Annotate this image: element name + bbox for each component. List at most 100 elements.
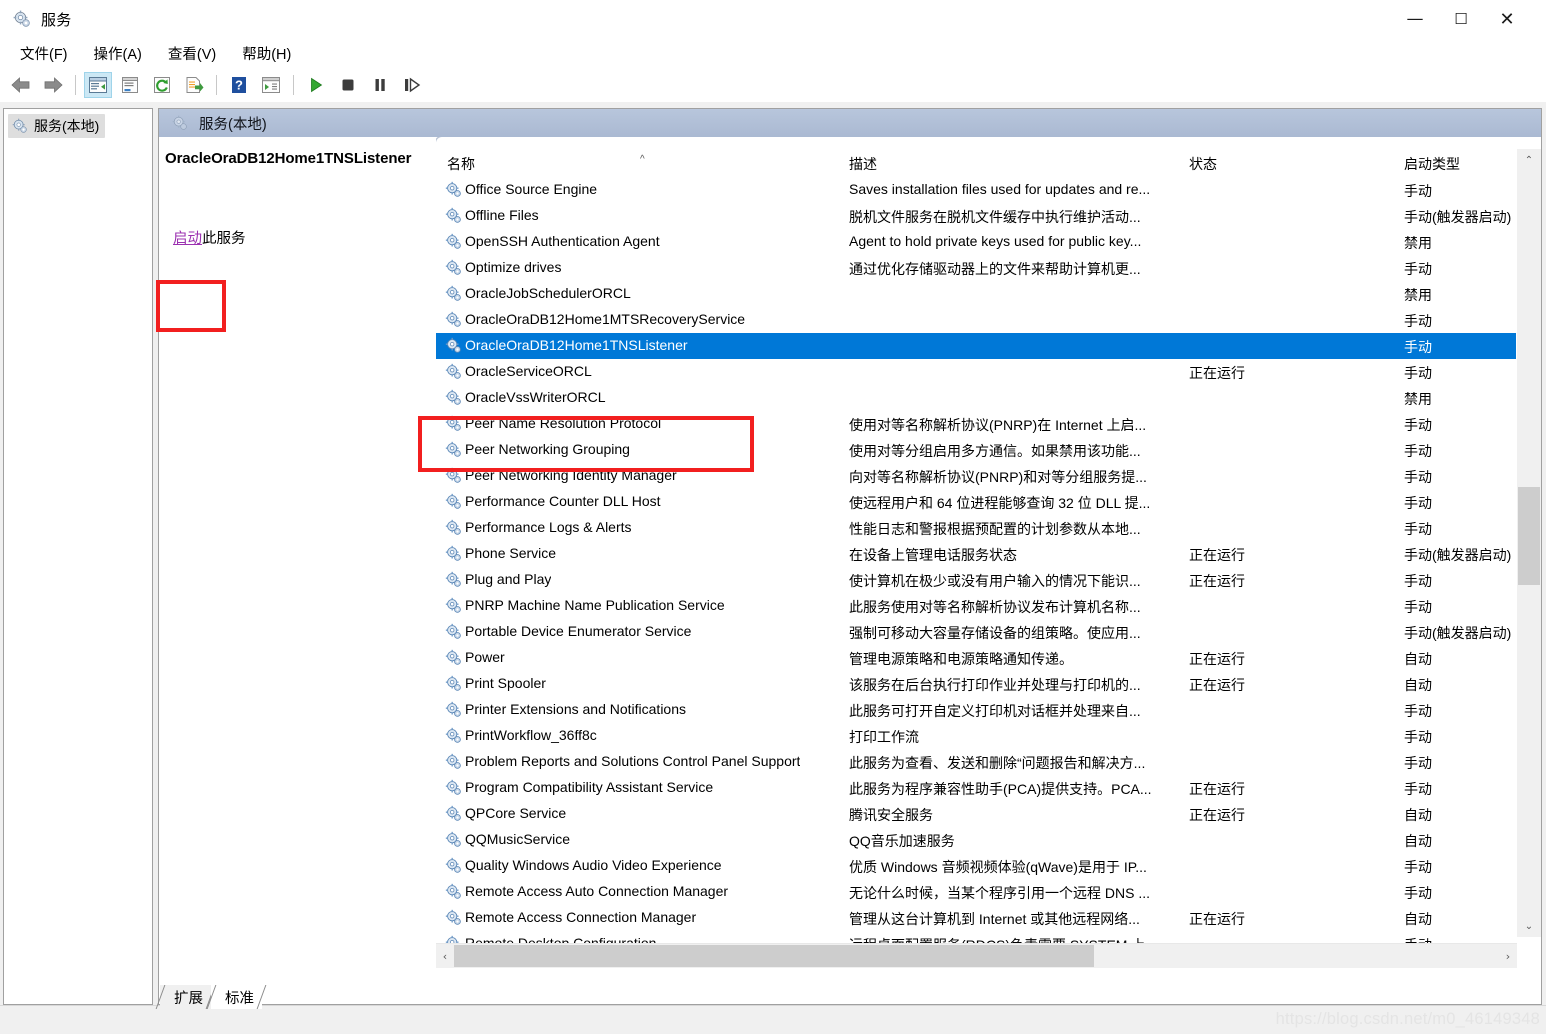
service-startup-type-cell: 手动: [1404, 495, 1432, 511]
service-gear-icon: [444, 856, 462, 874]
service-description-cell: 优质 Windows 音频视频体验(qWave)是用于 IP...: [849, 859, 1147, 875]
service-status-cell: 正在运行: [1189, 911, 1245, 927]
table-row[interactable]: Peer Name Resolution Protocol 使用对等名称解析协议(…: [436, 411, 1517, 437]
stop-service-icon[interactable]: [334, 72, 362, 98]
service-description-cell: 打印工作流: [849, 729, 919, 745]
back-icon[interactable]: [7, 72, 35, 98]
column-header-status[interactable]: 状态: [1189, 154, 1217, 174]
table-row[interactable]: Phone Service 在设备上管理电话服务状态 正在运行 手动(触发器启动): [436, 541, 1517, 567]
service-status-cell: 正在运行: [1189, 365, 1245, 381]
table-row[interactable]: Performance Logs & Alerts 性能日志和警报根据预配置的计划…: [436, 515, 1517, 541]
table-row[interactable]: Plug and Play 使计算机在极少或没有用户输入的情况下能识... 正在运行…: [436, 567, 1517, 593]
table-row[interactable]: PrintWorkflow_36ff8c 打印工作流 手动: [436, 723, 1517, 749]
service-gear-icon: [444, 674, 462, 692]
table-row[interactable]: OpenSSH Authentication Agent Agent to hol…: [436, 229, 1517, 255]
table-row[interactable]: Office Source Engine Saves installation f…: [436, 177, 1517, 203]
service-name-cell: OracleOraDB12Home1MTSRecoveryService: [465, 311, 746, 327]
menu-action[interactable]: 操作(A): [83, 40, 153, 67]
maximize-button[interactable]: ☐: [1438, 0, 1484, 38]
show-hide-tree-icon[interactable]: [84, 72, 112, 98]
table-row[interactable]: Power 管理电源策略和电源策略通知传递。 正在运行 自动: [436, 645, 1517, 671]
tab-standard[interactable]: 标准: [206, 985, 267, 1009]
tree-node-services-local[interactable]: 服务(本地): [8, 114, 106, 138]
service-name-cell: OracleOraDB12Home1TNSListener: [465, 337, 688, 353]
service-gear-icon: [444, 258, 462, 276]
table-row[interactable]: Remote Access Connection Manager 管理从这台计算机…: [436, 905, 1517, 931]
start-service-icon[interactable]: [302, 72, 330, 98]
toolbar: ?: [0, 68, 1546, 103]
export-list-icon[interactable]: [180, 72, 208, 98]
column-header-startup-type[interactable]: 启动类型: [1404, 154, 1460, 174]
list-tab-top: [436, 137, 1541, 149]
table-row[interactable]: OracleJobSchedulerORCL 禁用: [436, 281, 1517, 307]
column-header-name[interactable]: 名称: [447, 154, 475, 174]
table-row[interactable]: OracleOraDB12Home1MTSRecoveryService 手动: [436, 307, 1517, 333]
table-row[interactable]: QQMusicService QQ音乐加速服务 自动: [436, 827, 1517, 853]
vertical-scroll-thumb[interactable]: [1518, 487, 1540, 585]
start-service-link[interactable]: 启动: [173, 231, 202, 247]
service-name-cell: Quality Windows Audio Video Experience: [465, 857, 722, 873]
service-description-cell: 脱机文件服务在脱机文件缓存中执行维护活动...: [849, 209, 1141, 225]
horizontal-scrollbar[interactable]: ‹ ›: [436, 943, 1517, 968]
show-action-pane-icon[interactable]: [257, 72, 285, 98]
service-gear-icon: [444, 908, 462, 926]
service-startup-type-cell: 自动: [1404, 677, 1432, 693]
service-description-cell: 该服务在后台执行打印作业并处理与打印机的...: [849, 677, 1141, 693]
service-description-cell: 使用对等分组启用多方通信。如果禁用该功能...: [849, 443, 1141, 459]
scroll-down-arrow-icon[interactable]: ⌄: [1517, 915, 1541, 937]
svg-text:?: ?: [235, 78, 243, 93]
start-service-suffix: 此服务: [202, 231, 246, 247]
menu-help[interactable]: 帮助(H): [231, 40, 302, 67]
horizontal-scroll-thumb[interactable]: [454, 945, 1094, 967]
table-row[interactable]: Performance Counter DLL Host 使远程用户和 64 位进…: [436, 489, 1517, 515]
table-row[interactable]: QPCore Service 腾讯安全服务 正在运行 自动: [436, 801, 1517, 827]
service-name-cell: OracleServiceORCL: [465, 363, 592, 379]
table-row[interactable]: Printer Extensions and Notifications 此服务可…: [436, 697, 1517, 723]
table-row[interactable]: OracleOraDB12Home1TNSListener 手动: [436, 333, 1528, 359]
scroll-right-arrow-icon[interactable]: ›: [1499, 944, 1517, 968]
help-icon[interactable]: ?: [225, 72, 253, 98]
console-tree-pane: 服务(本地): [3, 108, 153, 1005]
minimize-button[interactable]: —: [1392, 0, 1438, 38]
services-table: Office Source Engine Saves installation f…: [436, 177, 1541, 953]
service-startup-type-cell: 自动: [1404, 911, 1432, 927]
table-row[interactable]: Quality Windows Audio Video Experience 优质…: [436, 853, 1517, 879]
properties-icon[interactable]: [116, 72, 144, 98]
service-description-cell: 管理电源策略和电源策略通知传递。: [849, 651, 1073, 667]
table-row[interactable]: Peer Networking Identity Manager 向对等名称解析协…: [436, 463, 1517, 489]
table-row[interactable]: Optimize drives 通过优化存储驱动器上的文件来帮助计算机更... 手动: [436, 255, 1517, 281]
service-name-cell: Power: [465, 649, 505, 665]
service-startup-type-cell: 自动: [1404, 651, 1432, 667]
scroll-up-arrow-icon[interactable]: ⌃: [1517, 149, 1541, 171]
service-name-cell: Problem Reports and Solutions Control Pa…: [465, 753, 801, 769]
column-header-description[interactable]: 描述: [849, 154, 877, 174]
scroll-left-arrow-icon[interactable]: ‹: [436, 944, 454, 968]
table-row[interactable]: Peer Networking Grouping 使用对等分组启用多方通信。如果禁…: [436, 437, 1517, 463]
vertical-scrollbar[interactable]: ⌃ ⌄: [1516, 149, 1541, 937]
service-startup-type-cell: 手动(触发器启动): [1404, 209, 1512, 225]
table-row[interactable]: Program Compatibility Assistant Service 此…: [436, 775, 1517, 801]
table-row[interactable]: Portable Device Enumerator Service 强制可移动大…: [436, 619, 1517, 645]
restart-service-icon[interactable]: [398, 72, 426, 98]
forward-icon[interactable]: [39, 72, 67, 98]
table-row[interactable]: Problem Reports and Solutions Control Pa…: [436, 749, 1517, 775]
service-gear-icon: [444, 622, 462, 640]
service-description-cell: 腾讯安全服务: [849, 807, 933, 823]
table-row[interactable]: OracleVssWriterORCL 禁用: [436, 385, 1517, 411]
refresh-icon[interactable]: [148, 72, 176, 98]
table-row[interactable]: Offline Files 脱机文件服务在脱机文件缓存中执行维护活动... 手动(触…: [436, 203, 1517, 229]
service-status-cell: 正在运行: [1189, 781, 1245, 797]
pause-service-icon[interactable]: [366, 72, 394, 98]
toolbar-separator-3: [293, 75, 294, 95]
service-name-cell: Peer Networking Grouping: [465, 441, 630, 457]
service-gear-icon: [444, 362, 462, 380]
menu-view[interactable]: 查看(V): [157, 40, 227, 67]
close-button[interactable]: ✕: [1484, 0, 1546, 38]
table-row[interactable]: Print Spooler 该服务在后台执行打印作业并处理与打印机的... 正在运行…: [436, 671, 1517, 697]
table-row[interactable]: OracleServiceORCL 正在运行 手动: [436, 359, 1517, 385]
menu-file[interactable]: 文件(F): [9, 40, 79, 67]
table-row[interactable]: Remote Access Auto Connection Manager 无论什…: [436, 879, 1517, 905]
list-column-headers: 名称 ^ 描述 状态 启动类型: [436, 149, 1541, 177]
table-row[interactable]: PNRP Machine Name Publication Service 此服务…: [436, 593, 1517, 619]
tab-extended[interactable]: 扩展: [155, 985, 216, 1009]
